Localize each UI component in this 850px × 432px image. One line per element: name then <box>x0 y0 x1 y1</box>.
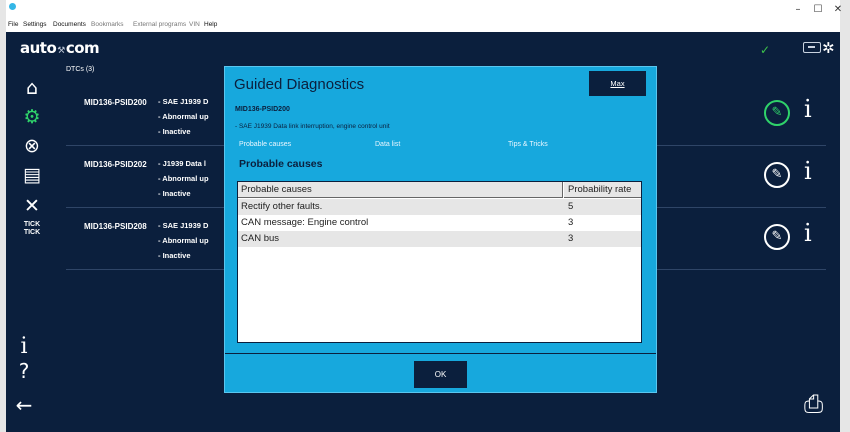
rate-cell: 5 <box>568 201 574 212</box>
menu-vin[interactable]: VIN <box>189 21 200 28</box>
print-icon[interactable]: ⎙ <box>804 390 823 418</box>
dtc-info-icon[interactable]: i <box>804 95 812 123</box>
probable-causes-table: Probable causes Probability rate Rectify… <box>237 181 642 343</box>
dtc-list-header: DTCs (3) <box>66 66 95 73</box>
tab-data-list[interactable]: Data list <box>375 141 400 148</box>
dtc-info-icon[interactable]: i <box>804 219 812 247</box>
settings-gear-icon[interactable]: ✲ <box>822 39 835 57</box>
column-header-probability[interactable]: Probability rate <box>564 182 641 198</box>
table-row[interactable]: Rectify other faults. 5 <box>238 199 641 215</box>
ok-button[interactable]: OK <box>414 361 467 388</box>
document-icon[interactable]: ▤ <box>20 163 44 187</box>
help-icon[interactable]: ? <box>12 360 36 382</box>
dtc-code: MID136-PSID202 <box>84 160 147 169</box>
app-icon <box>9 3 16 10</box>
menu-bookmarks[interactable]: Bookmarks <box>91 21 124 28</box>
guided-diagnostics-dialog: Guided Diagnostics Max MID136-PSID200 - … <box>224 66 657 393</box>
autocom-logo: auto⚒com <box>20 39 100 57</box>
cause-cell: CAN message: Engine control <box>241 217 369 228</box>
menu-help[interactable]: Help <box>204 21 217 28</box>
maximize-button[interactable]: ☐ <box>810 3 826 17</box>
rate-cell: 3 <box>568 217 574 228</box>
engine-off-icon[interactable]: ⊗ <box>20 134 44 158</box>
tab-probable-causes[interactable]: Probable causes <box>239 141 291 148</box>
cause-cell: CAN bus <box>241 233 280 244</box>
vci-battery-icon[interactable] <box>803 42 821 53</box>
table-row[interactable]: CAN bus 3 <box>238 231 641 247</box>
app-window: – ☐ ✕ File Settings Documents Bookmarks … <box>6 0 842 432</box>
dialog-title: Guided Diagnostics <box>234 76 365 93</box>
dialog-dtc-code: MID136-PSID200 <box>235 106 290 113</box>
close-button[interactable]: ✕ <box>830 3 846 17</box>
engine-icon[interactable]: ⚙ <box>20 105 44 129</box>
tools-icon[interactable]: ✕ <box>20 194 44 218</box>
title-bar: – ☐ ✕ <box>6 0 842 20</box>
column-header-cause[interactable]: Probable causes <box>238 182 563 198</box>
menu-file[interactable]: File <box>8 21 18 28</box>
home-icon[interactable]: ⌂ <box>20 76 44 100</box>
menu-external-programs[interactable]: External programs <box>133 21 186 28</box>
left-sidebar: ⌂ ⚙ ⊗ ▤ ✕ TICK TICK i ? ← <box>6 66 60 432</box>
rate-cell: 3 <box>568 233 574 244</box>
table-row[interactable]: CAN message: Engine control 3 <box>238 215 641 231</box>
back-arrow-icon[interactable]: ← <box>12 394 36 416</box>
connection-check-icon: ✓ <box>760 43 771 57</box>
minimize-button[interactable]: – <box>790 3 806 17</box>
menu-documents[interactable]: Documents <box>53 21 86 28</box>
menu-settings[interactable]: Settings <box>23 21 47 28</box>
app-header: auto⚒com ✓ ✲ <box>6 32 840 66</box>
dtc-info-icon[interactable]: i <box>804 157 812 185</box>
dialog-dtc-description: - SAE J1939 Data link interruption, engi… <box>235 123 390 130</box>
tab-tips-tricks[interactable]: Tips & Tricks <box>508 141 548 148</box>
dialog-footer: OK <box>225 353 656 393</box>
cause-cell: Rectify other faults. <box>241 201 323 212</box>
compass-icon[interactable]: ✎ <box>764 162 790 188</box>
dtc-description: - SAE J1939 D - Abnormal up - Inactive <box>158 97 209 136</box>
max-button[interactable]: Max <box>589 71 646 96</box>
outer-frame-right <box>840 0 850 432</box>
info-icon[interactable]: i <box>12 336 36 358</box>
section-title: Probable causes <box>239 158 323 170</box>
dtc-description: - SAE J1939 D - Abnormal up - Inactive <box>158 221 209 260</box>
tick-tick-button[interactable]: TICK TICK <box>18 221 46 237</box>
dtc-description: - J1939 Data l - Abnormal up - Inactive <box>158 159 209 198</box>
menu-bar: File Settings Documents Bookmarks Extern… <box>6 20 840 32</box>
compass-icon[interactable]: ✎ <box>764 224 790 250</box>
dtc-code: MID136-PSID200 <box>84 98 147 107</box>
compass-icon[interactable]: ✎ <box>764 100 790 126</box>
dtc-code: MID136-PSID208 <box>84 222 147 231</box>
